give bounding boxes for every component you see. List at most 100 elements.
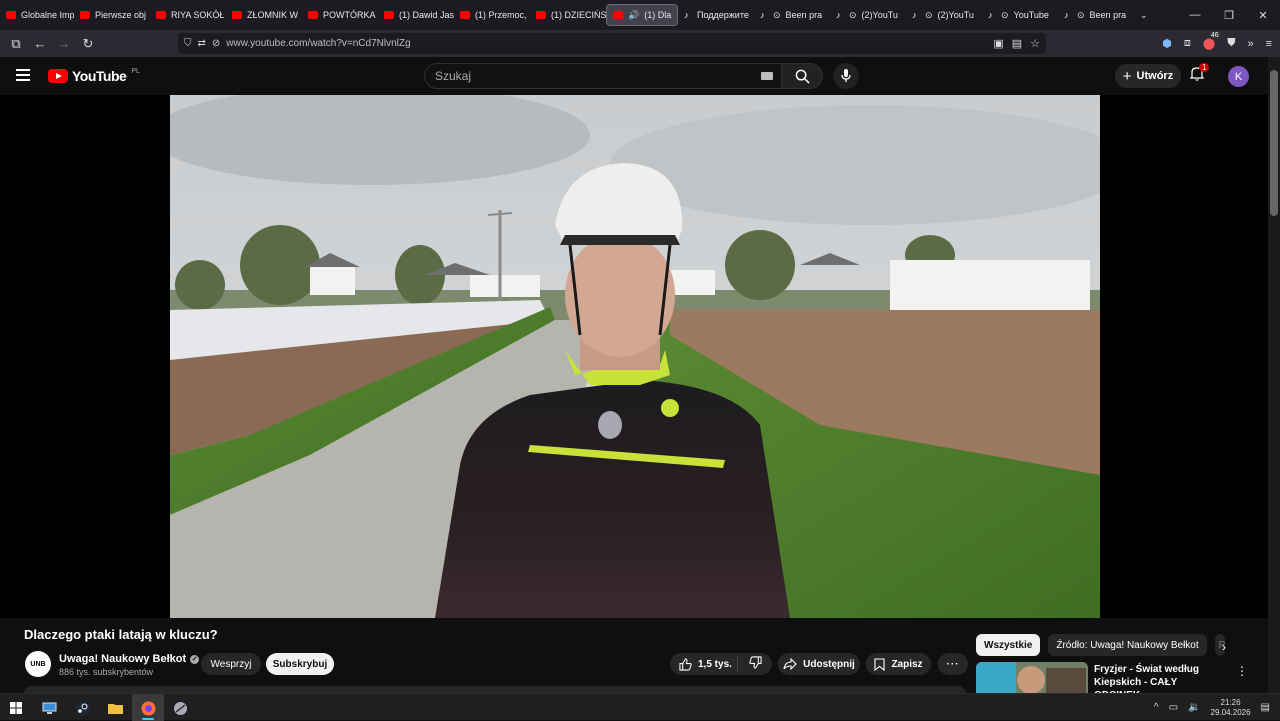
tab-label: ZŁOMNIK W	[247, 10, 298, 20]
browser-tab[interactable]: ♪ ⊙ Been pra	[1058, 4, 1134, 26]
youtube-header: YouTube PL Szukaj + Utwórz 1 K	[0, 57, 1268, 95]
create-button[interactable]: + Utwórz	[1115, 64, 1181, 88]
adblock-extension-icon[interactable]: ⬤ 46	[1203, 32, 1221, 50]
channel-avatar[interactable]: UNB	[25, 651, 51, 677]
scrollbar-thumb[interactable]	[1270, 70, 1278, 216]
overflow-chevrons-icon[interactable]: »	[1247, 38, 1253, 50]
windows-taskbar: ^ ▭ 🔉 21:26 29.04.2026 ▤	[0, 693, 1280, 721]
tiktok-icon: ♪	[684, 9, 689, 20]
channel-name[interactable]: Uwaga! Naukowy Bełkot ✓	[59, 653, 200, 665]
forward-arrow-icon[interactable]: →	[52, 36, 76, 51]
like-count: 1,5 tys.	[698, 658, 732, 670]
share-arrow-icon	[783, 658, 797, 670]
camera-off-icon[interactable]: ⊘	[212, 38, 220, 49]
browser-tab[interactable]: ♪ ⊙ (2)YouTu	[830, 4, 906, 26]
search-placeholder: Szukaj	[435, 69, 472, 83]
clock-time: 21:26	[1220, 697, 1241, 707]
browser-tab-active[interactable]: 🔊(1) Dla✕	[606, 4, 678, 26]
account-avatar[interactable]: K	[1228, 66, 1249, 87]
play-circle-icon: ⊙	[1077, 9, 1085, 20]
like-button[interactable]: 1,5 tys.	[670, 657, 738, 671]
vpn-extension-icon[interactable]: ⬢	[1162, 37, 1172, 50]
app-icon[interactable]	[170, 698, 190, 718]
plus-icon: +	[1122, 67, 1132, 85]
browser-tab[interactable]: RIYA SOKÓŁ	[150, 4, 226, 26]
search-button[interactable]	[781, 63, 823, 89]
save-button[interactable]: Zapisz	[866, 653, 931, 675]
youtube-icon	[6, 11, 16, 19]
computer-icon[interactable]	[39, 698, 59, 718]
windows-start-icon[interactable]	[6, 698, 26, 718]
tab-list-chevron-icon[interactable]: ⌄	[1134, 4, 1158, 26]
reader-view-icon[interactable]: ▤	[1012, 37, 1022, 50]
speaker-icon[interactable]: 🔊	[628, 10, 639, 21]
menu-icon[interactable]: ≡	[1266, 38, 1272, 50]
chip-source-channel[interactable]: Źródło: Uwaga! Naukowy Bełkot	[1048, 634, 1207, 656]
address-bar[interactable]: ⛉ ⇄ ⊘ www.youtube.com/watch?v=nCd7NlvnlZ…	[178, 33, 1046, 54]
picture-in-picture-icon[interactable]: ▣	[993, 37, 1003, 50]
network-display-icon[interactable]: ▭	[1169, 702, 1178, 713]
video-player[interactable]	[170, 95, 1100, 618]
youtube-play-icon	[48, 69, 68, 83]
video-frame-image	[170, 95, 1100, 618]
reload-icon[interactable]: ↻	[76, 36, 100, 52]
restore-icon[interactable]: ❐	[1212, 9, 1246, 22]
clock[interactable]: 21:26 29.04.2026	[1211, 698, 1251, 718]
bookmark-star-icon[interactable]: ☆	[1030, 37, 1040, 50]
dislike-button[interactable]	[738, 656, 772, 672]
thumbs-down-icon	[748, 656, 762, 669]
browser-tab[interactable]: ZŁOMNIK W	[226, 4, 302, 26]
kebab-menu-icon[interactable]: ⋮	[1236, 664, 1248, 678]
permissions-icon[interactable]: ⇄	[198, 38, 206, 49]
tab-overview-icon[interactable]: ⧉	[4, 36, 28, 52]
minimize-icon[interactable]: —	[1178, 9, 1212, 21]
tray-chevron-up-icon[interactable]: ^	[1154, 702, 1159, 713]
volume-icon[interactable]: 🔉	[1188, 702, 1200, 713]
recommendation-thumbnail[interactable]	[976, 662, 1088, 693]
url-text[interactable]: www.youtube.com/watch?v=nCd7NlvnlZg	[226, 38, 410, 49]
extensions-puzzle-icon[interactable]: ⧈	[1184, 37, 1191, 50]
browser-tab[interactable]: Globalne Imp	[0, 4, 74, 26]
privacy-shield-icon[interactable]: ⛊	[1227, 37, 1235, 50]
notifications-bell-icon[interactable]: 1	[1189, 63, 1210, 84]
keyboard-icon[interactable]	[761, 72, 773, 80]
file-explorer-icon[interactable]	[105, 698, 125, 718]
search-input[interactable]: Szukaj	[424, 63, 782, 89]
browser-tab[interactable]: (1) DZIECIŃS	[530, 4, 606, 26]
window-controls: — ❐ ✕	[1178, 0, 1280, 30]
join-button[interactable]: Wesprzyj	[201, 653, 261, 675]
tab-label: POWTÓRKA	[323, 10, 376, 20]
close-window-icon[interactable]: ✕	[1246, 9, 1280, 22]
steam-icon[interactable]	[72, 698, 92, 718]
browser-tab[interactable]: (1) Przemoc,	[454, 4, 530, 26]
browser-tab[interactable]: Pierwsze obj	[74, 4, 150, 26]
back-arrow-icon[interactable]: ←	[28, 36, 52, 51]
youtube-icon	[536, 11, 546, 19]
firefox-icon[interactable]	[138, 698, 158, 718]
browser-tab[interactable]: ♪ Поддержите	[678, 4, 754, 26]
hamburger-menu-icon[interactable]	[16, 69, 30, 81]
tiktok-icon: ♪	[912, 9, 917, 20]
chip-all[interactable]: Wszystkie	[976, 634, 1041, 656]
subscribe-button[interactable]: Subskrybuj	[266, 653, 334, 675]
browser-tab[interactable]: ♪ ⊙ Been pra	[754, 4, 830, 26]
bookmark-icon	[874, 657, 885, 671]
chevron-right-icon[interactable]: ›	[1222, 640, 1226, 654]
tab-label: (1) Dla	[644, 10, 672, 20]
browser-tab[interactable]: POWTÓRKA	[302, 4, 378, 26]
browser-tab[interactable]: ♪ ⊙ YouTube	[982, 4, 1058, 26]
shield-icon[interactable]: ⛉	[184, 38, 192, 49]
browser-tab[interactable]: (1) Dawid Jas	[378, 4, 454, 26]
system-tray: ^ ▭ 🔉 21:26 29.04.2026 ▤	[1154, 694, 1270, 721]
voice-search-button[interactable]	[833, 63, 859, 89]
thumbnail-image	[976, 662, 1088, 693]
play-circle-icon: ⊙	[1001, 9, 1009, 20]
more-actions-icon[interactable]: ···	[938, 653, 968, 675]
play-circle-icon: ⊙	[925, 9, 933, 20]
youtube-logo[interactable]: YouTube PL	[48, 68, 140, 84]
create-label: Utwórz	[1136, 70, 1174, 82]
notifications-center-icon[interactable]: ▤	[1261, 702, 1270, 713]
share-button[interactable]: Udostępnij	[778, 653, 860, 675]
browser-tab[interactable]: ♪ ⊙ (2)YouTu	[906, 4, 982, 26]
tab-label: RIYA SOKÓŁ	[171, 10, 225, 20]
